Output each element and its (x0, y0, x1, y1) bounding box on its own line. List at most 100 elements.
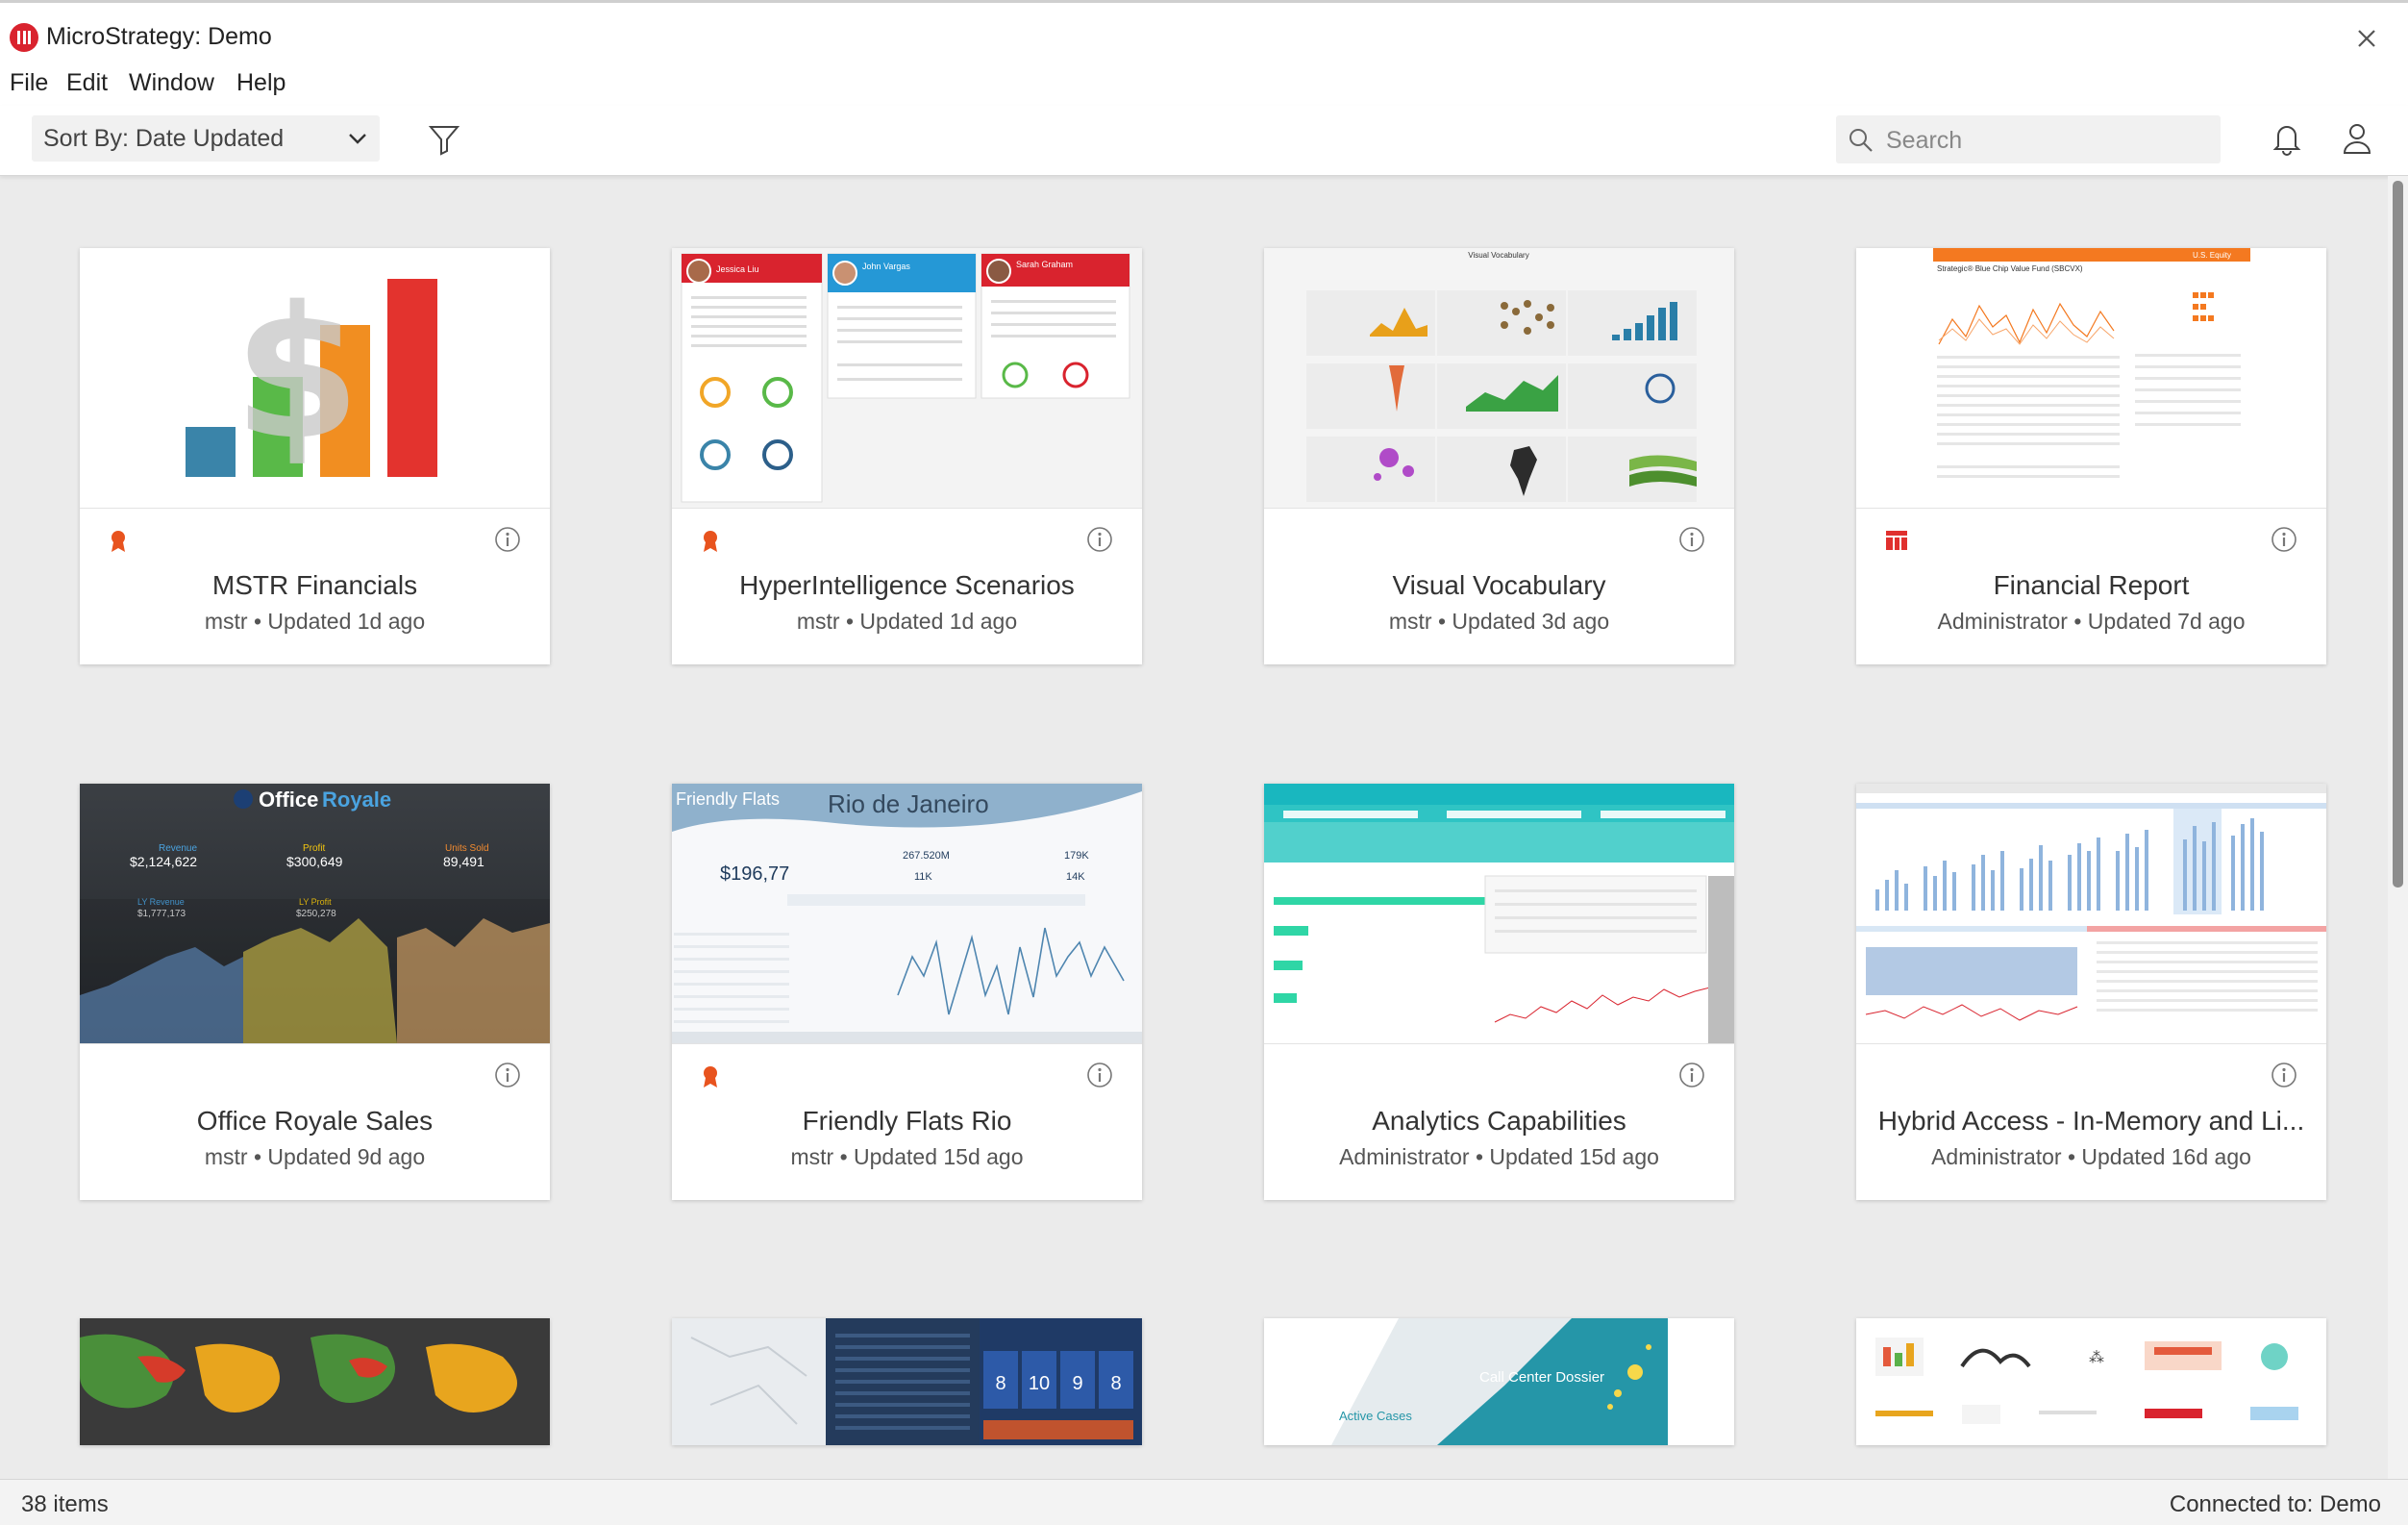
info-icon[interactable] (1678, 1062, 1705, 1088)
library-toolbar: Sort By: Date Updated (0, 106, 2408, 176)
dossier-meta: mstr • Updated 1d ago (796, 609, 1018, 634)
info-icon[interactable] (494, 526, 521, 553)
dossier-thumbnail: Jessica Liu John Vargas Sarah Graham (672, 248, 1142, 509)
microstrategy-logo-icon (10, 23, 38, 52)
certified-icon (704, 531, 717, 552)
dossier-meta: Administrator • Updated 16d ago (1931, 1144, 2251, 1169)
dossier-card-partial-4[interactable]: ⁂ (1856, 1318, 2326, 1445)
scrollbar-thumb[interactable] (2393, 181, 2403, 888)
close-window-button[interactable] (2347, 19, 2386, 58)
hyperintelligence-cards-thumbnail: Jessica Liu John Vargas Sarah Graham (672, 248, 1142, 508)
fund-title: Strategic® Blue Chip Value Fund (SBCVX) (1937, 264, 2083, 273)
dossier-thumbnail: $ (80, 248, 550, 509)
dossier-title: Office Royale Sales (196, 1106, 434, 1136)
kpi-dashboard-thumbnail: 8 10 9 8 (672, 1318, 1142, 1445)
window-top-border (0, 0, 2408, 10)
dossier-title: Hybrid Access - In-Memory and Li... (1877, 1106, 2305, 1136)
dossier-card-hyperintelligence[interactable]: Jessica Liu John Vargas Sarah Graham Hyp… (672, 248, 1142, 664)
dossier-thumbnail: Office Royale Revenue $2,124,622 Profit … (80, 784, 550, 1044)
certified-icon (704, 1066, 717, 1088)
info-icon[interactable] (1086, 1062, 1113, 1088)
analytics-capabilities-thumbnail (1264, 784, 1734, 1043)
rio-brand: Friendly Flats (676, 789, 780, 809)
menu-file[interactable]: File (10, 69, 48, 97)
map-thumbnail (80, 1318, 550, 1445)
title-bar: MicroStrategy: Demo (0, 10, 2408, 65)
dossier-title: MSTR Financials (211, 570, 418, 600)
dossier-meta: mstr • Updated 15d ago (790, 1144, 1024, 1169)
vertical-scrollbar[interactable] (2388, 176, 2408, 1479)
search-input[interactable] (1884, 123, 2205, 158)
filter-icon[interactable] (428, 123, 460, 156)
kpi-revenue-label: Revenue (159, 843, 197, 854)
fund-tag: U.S. Equity (2193, 251, 2231, 260)
financial-report-thumbnail: U.S. Equity Strategic® Blue Chip Value F… (1856, 248, 2326, 508)
search-box[interactable] (1836, 115, 2221, 163)
dossier-card-analytics-capabilities[interactable]: Analytics Capabilities Administrator • U… (1264, 784, 1734, 1200)
rio-metric-3: 179K (1064, 850, 1089, 862)
kpi-units-label: Units Sold (445, 843, 489, 854)
kpi-revenue-value: $2,124,622 (130, 854, 197, 869)
info-icon[interactable] (2271, 526, 2297, 553)
dossier-card-partial-2[interactable]: 8 10 9 8 (672, 1318, 1142, 1445)
notifications-bell-icon[interactable] (2271, 121, 2303, 156)
kpi-profit-value: $300,649 (286, 854, 343, 869)
dossier-card-office-royale[interactable]: Office Royale Revenue $2,124,622 Profit … (80, 784, 550, 1200)
kpi-profit-label: Profit (303, 843, 326, 854)
svg-text:⁂: ⁂ (2089, 1348, 2104, 1366)
dossier-meta: mstr • Updated 9d ago (204, 1144, 426, 1169)
sort-dropdown[interactable]: Sort By: Date Updated (32, 115, 380, 162)
hyper-person-3: Sarah Graham (1016, 260, 1073, 269)
office-brand: Office (259, 788, 318, 812)
dossier-grid: $ MSTR Financials mstr • Updated 1d ago … (0, 176, 2388, 1479)
kpi-tile-2: 10 (1029, 1373, 1050, 1394)
rio-metric-4: 14K (1066, 871, 1085, 883)
menu-edit[interactable]: Edit (66, 69, 108, 97)
rio-avg-price: $196,77 (720, 863, 789, 885)
visual-vocabulary-thumbnail: Visual Vocabulary (1264, 248, 1734, 508)
dossier-title: Friendly Flats Rio (802, 1106, 1012, 1136)
dossier-thumbnail (1264, 784, 1734, 1044)
dossier-card-friendly-flats-rio[interactable]: Friendly Flats Rio de Janeiro $196,77 26… (672, 784, 1142, 1200)
dossier-card-mstr-financials[interactable]: $ MSTR Financials mstr • Updated 1d ago (80, 248, 550, 664)
dossier-title: Visual Vocabulary (1392, 570, 1606, 600)
dossier-meta: mstr • Updated 1d ago (204, 609, 426, 634)
dossier-card-hybrid-access[interactable]: Hybrid Access - In-Memory and Li... Admi… (1856, 784, 2326, 1200)
dossier-card-financial-report[interactable]: U.S. Equity Strategic® Blue Chip Value F… (1856, 248, 2326, 664)
dossier-title: Financial Report (1993, 570, 2190, 600)
dossier-thumbnail (1856, 784, 2326, 1044)
menu-help[interactable]: Help (236, 69, 285, 97)
dossier-thumbnail: Friendly Flats Rio de Janeiro $196,77 26… (672, 784, 1142, 1044)
call-center-title: Call Center Dossier (1479, 1369, 1604, 1386)
hyper-person-2: John Vargas (862, 262, 910, 271)
menu-window[interactable]: Window (129, 69, 214, 97)
chevron-down-icon (349, 134, 366, 144)
dossier-card-partial-3[interactable]: Call Center Dossier Active Cases (1264, 1318, 1734, 1445)
info-icon[interactable] (1678, 526, 1705, 553)
kpi-tile-1: 8 (995, 1373, 1005, 1394)
user-account-icon[interactable] (2341, 121, 2373, 156)
dossier-meta: mstr • Updated 3d ago (1388, 609, 1610, 634)
info-icon[interactable] (494, 1062, 521, 1088)
friendly-flats-thumbnail: Friendly Flats Rio de Janeiro $196,77 26… (672, 784, 1142, 1043)
call-center-subtitle: Active Cases (1339, 1409, 1412, 1423)
kpi-tile-3: 9 (1072, 1373, 1082, 1394)
hybrid-access-thumbnail (1856, 784, 2326, 1043)
dossier-card-partial-1[interactable] (80, 1318, 550, 1445)
dossier-meta: Administrator • Updated 15d ago (1339, 1144, 1659, 1169)
window-title: MicroStrategy: Demo (46, 23, 272, 50)
info-icon[interactable] (2271, 1062, 2297, 1088)
vocab-heading: Visual Vocabulary (1468, 251, 1528, 260)
dossier-title: Analytics Capabilities (1372, 1106, 1626, 1136)
certified-icon (112, 531, 125, 552)
status-bar: 38 items Connected to: Demo (0, 1479, 2408, 1525)
menu-bar: File Edit Window Help (0, 65, 2408, 106)
rio-metric-1: 267.520M (903, 850, 950, 862)
info-icon[interactable] (1086, 526, 1113, 553)
dossier-card-visual-vocabulary[interactable]: Visual Vocabulary Visual Vocabulary mstr… (1264, 248, 1734, 664)
connection-status: Connected to: Demo (2169, 1491, 2381, 1517)
kpi-units-value: 89,491 (443, 854, 484, 869)
dossier-meta: Administrator • Updated 7d ago (1937, 609, 2246, 634)
dossier-thumbnail: U.S. Equity Strategic® Blue Chip Value F… (1856, 248, 2326, 509)
office-royale-thumbnail: Office Royale Revenue $2,124,622 Profit … (80, 784, 550, 1043)
